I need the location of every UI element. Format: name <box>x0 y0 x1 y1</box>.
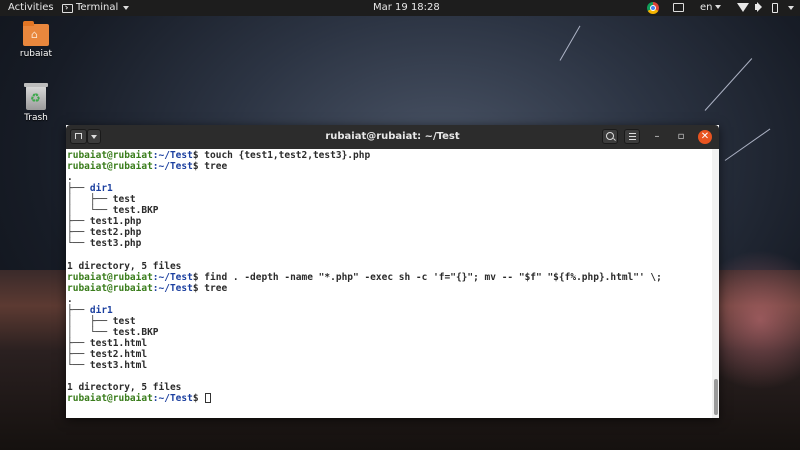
prompt-path: :~/Test <box>152 393 193 405</box>
meteor-streak <box>704 58 753 111</box>
terminal-output-line: └── test3.html <box>67 360 147 371</box>
volume-icon[interactable] <box>755 4 759 10</box>
desktop-icon-home[interactable]: ⌂ rubaiat <box>6 21 66 59</box>
terminal-output-line: │ └── test.BKP <box>67 205 159 216</box>
terminal-prompt-line: rubaiat@rubaiat:~/Test$ tree <box>67 283 227 294</box>
terminal-output-line: 1 directory, 5 files <box>67 261 181 272</box>
terminal-icon <box>62 3 73 13</box>
system-menu-chevron-icon[interactable] <box>788 6 794 10</box>
prompt-path: :~/Test <box>152 161 193 173</box>
top-bar: Activities Terminal Mar 19 18:28 en <box>0 0 800 16</box>
terminal-window[interactable]: rubaiat@rubaiat: ~/Test – ▫ ✕ rubaiat@ru… <box>66 125 719 418</box>
prompt-user: rubaiat@rubaiat <box>67 282 153 294</box>
terminal-output-line: ├── test1.html <box>67 338 147 349</box>
tree-branch: ├── <box>67 304 90 316</box>
tree-directory-name: dir1 <box>89 304 113 316</box>
output-text: └── test3.php <box>67 238 142 250</box>
output-text: ├── test2.php <box>67 227 142 239</box>
terminal-output-line: 1 directory, 5 files <box>67 382 181 393</box>
output-text: 1 directory, 5 files <box>67 260 182 272</box>
home-folder-icon: ⌂ <box>23 21 49 46</box>
terminal-output-line: . <box>67 294 73 305</box>
search-button[interactable] <box>602 129 618 144</box>
terminal-prompt-line: rubaiat@rubaiat:~/Test$ tree <box>67 161 227 172</box>
desktop-icon-trash[interactable]: ♻ Trash <box>6 83 66 123</box>
battery-icon[interactable] <box>772 3 778 13</box>
output-text: │ └── test.BKP <box>67 326 159 338</box>
window-titlebar[interactable]: rubaiat@rubaiat: ~/Test – ▫ ✕ <box>66 125 719 149</box>
output-text: ├── test1.php <box>67 216 142 228</box>
command-text: tree <box>198 282 228 294</box>
chevron-down-icon <box>123 6 130 10</box>
output-text: 1 directory, 5 files <box>67 382 182 394</box>
output-text: . <box>67 172 73 184</box>
window-title: rubaiat@rubaiat: ~/Test <box>325 131 460 142</box>
meteor-streak <box>559 25 581 61</box>
command-text <box>199 393 205 404</box>
wifi-icon[interactable] <box>737 3 749 12</box>
terminal-output-line: └── test3.php <box>67 238 141 249</box>
desktop-icon-label: rubaiat <box>19 49 53 59</box>
chrome-icon[interactable] <box>647 2 659 14</box>
prompt-path: :~/Test <box>152 150 193 161</box>
output-text: ├── test1.html <box>67 337 148 349</box>
app-menu-terminal[interactable]: Terminal <box>62 2 130 14</box>
output-text: │ ├── test <box>67 194 136 206</box>
prompt-user: rubaiat@rubaiat <box>67 161 153 173</box>
terminal-output-line: ├── test2.html <box>67 349 147 360</box>
scrollbar[interactable] <box>712 149 719 418</box>
maximize-button[interactable]: ▫ <box>674 130 688 144</box>
command-text: touch {test1,test2,test3}.php <box>198 150 371 161</box>
terminal-output[interactable]: rubaiat@rubaiat:~/Test$ touch {test1,tes… <box>66 149 712 418</box>
text-cursor <box>205 393 212 404</box>
chevron-down-icon <box>714 5 721 9</box>
menu-button[interactable] <box>624 129 640 144</box>
tree-branch: ├── <box>67 183 90 195</box>
terminal-prompt-line: rubaiat@rubaiat:~/Test$ find . -depth -n… <box>67 272 662 283</box>
terminal-output-line: ├── test2.php <box>67 227 141 238</box>
prompt-path: :~/Test <box>152 282 193 294</box>
search-icon <box>606 132 614 140</box>
clock[interactable]: Mar 19 18:28 <box>373 2 440 14</box>
close-button[interactable]: ✕ <box>698 130 712 144</box>
minimize-button[interactable]: – <box>650 130 664 144</box>
command-text: find . -depth -name "*.php" -exec sh -c … <box>198 271 662 283</box>
output-text: . <box>67 293 73 305</box>
activities-button[interactable]: Activities <box>8 2 54 14</box>
terminal-output-line: │ ├── test <box>67 194 136 205</box>
command-text: tree <box>198 161 228 173</box>
terminal-output-line: ├── dir1 <box>67 183 113 194</box>
output-text: └── test3.html <box>67 359 148 371</box>
terminal-output-line: ├── dir1 <box>67 305 113 316</box>
meteor-streak <box>724 128 771 161</box>
keyboard-language[interactable]: en <box>700 2 721 14</box>
output-text: │ ├── test <box>67 315 136 327</box>
terminal-output-line: ├── test1.php <box>67 216 141 227</box>
terminal-prompt-line: rubaiat@rubaiat:~/Test$ touch {test1,tes… <box>67 150 370 161</box>
tree-directory-name: dir1 <box>89 183 113 195</box>
output-text: ├── test2.html <box>67 348 148 360</box>
language-label: en <box>700 2 713 13</box>
app-menu-label: Terminal <box>76 2 119 13</box>
hamburger-icon <box>629 133 636 134</box>
terminal-output-line: │ └── test.BKP <box>67 327 159 338</box>
terminal-output-line: │ ├── test <box>67 316 136 327</box>
scrollbar-thumb[interactable] <box>714 379 718 415</box>
prompt-user: rubaiat@rubaiat <box>67 271 153 283</box>
desktop-icon-label: Trash <box>24 113 48 123</box>
prompt-user: rubaiat@rubaiat <box>67 393 153 405</box>
output-text: │ └── test.BKP <box>67 205 159 217</box>
screenshot-indicator-icon[interactable] <box>673 3 684 12</box>
terminal-prompt-line: rubaiat@rubaiat:~/Test$ <box>67 393 212 405</box>
prompt-user: rubaiat@rubaiat <box>67 150 153 161</box>
prompt-path: :~/Test <box>152 271 193 283</box>
terminal-output-line: . <box>67 172 73 183</box>
trash-icon: ♻ <box>24 83 48 110</box>
